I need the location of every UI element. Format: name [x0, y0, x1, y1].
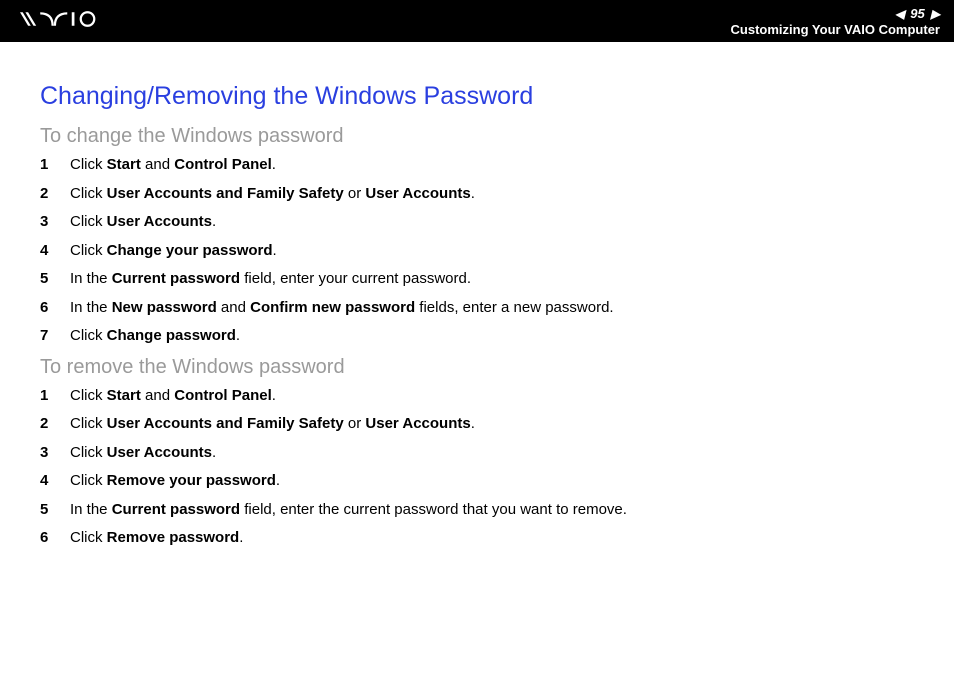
step-number: 6 — [40, 297, 70, 320]
step-text: Click User Accounts. — [70, 442, 914, 465]
page-nav: ◀ 95 ▶ — [895, 6, 940, 21]
step-number: 5 — [40, 499, 70, 522]
step-row: 4Click Remove your password. — [40, 470, 914, 493]
step-number: 4 — [40, 240, 70, 263]
bold-term: User Accounts and Family Safety — [107, 185, 344, 202]
step-text: Click Remove your password. — [70, 470, 914, 493]
page-header: ◀ 95 ▶ Customizing Your VAIO Computer — [0, 0, 954, 42]
step-text: Click User Accounts and Family Safety or… — [70, 183, 914, 206]
vaio-logo — [20, 10, 110, 32]
bold-term: Current password — [112, 501, 240, 518]
bold-term: New password — [112, 299, 217, 316]
step-row: 7Click Change password. — [40, 325, 914, 348]
step-number: 3 — [40, 211, 70, 234]
step-row: 2Click User Accounts and Family Safety o… — [40, 413, 914, 436]
step-text: In the Current password field, enter the… — [70, 499, 914, 522]
remove-heading: To remove the Windows password — [40, 356, 914, 379]
step-row: 1Click Start and Control Panel. — [40, 154, 914, 177]
bold-term: Remove password — [107, 529, 240, 546]
bold-term: User Accounts — [107, 444, 212, 461]
step-number: 2 — [40, 413, 70, 436]
step-row: 1Click Start and Control Panel. — [40, 385, 914, 408]
step-row: 6Click Remove password. — [40, 527, 914, 550]
bold-term: Start — [107, 387, 141, 404]
bold-term: Remove your password — [107, 472, 276, 489]
content-area: Changing/Removing the Windows Password T… — [0, 42, 954, 550]
bold-term: Current password — [112, 270, 240, 287]
section-label: Customizing Your VAIO Computer — [731, 23, 940, 36]
step-text: Click Remove password. — [70, 527, 914, 550]
step-row: 3Click User Accounts. — [40, 442, 914, 465]
page-number: 95 — [910, 6, 924, 21]
step-text: In the New password and Confirm new pass… — [70, 297, 914, 320]
step-text: Click Start and Control Panel. — [70, 385, 914, 408]
bold-term: Change password — [107, 327, 236, 344]
bold-term: Confirm new password — [250, 299, 415, 316]
step-number: 2 — [40, 183, 70, 206]
step-row: 3Click User Accounts. — [40, 211, 914, 234]
step-number: 1 — [40, 385, 70, 408]
step-row: 5In the Current password field, enter th… — [40, 499, 914, 522]
step-text: Click User Accounts. — [70, 211, 914, 234]
bold-term: Control Panel — [174, 387, 272, 404]
step-row: 6In the New password and Confirm new pas… — [40, 297, 914, 320]
change-heading: To change the Windows password — [40, 125, 914, 148]
bold-term: User Accounts — [365, 185, 470, 202]
header-right: ◀ 95 ▶ Customizing Your VAIO Computer — [731, 6, 940, 36]
step-row: 5In the Current password field, enter yo… — [40, 268, 914, 291]
step-row: 4Click Change your password. — [40, 240, 914, 263]
step-number: 4 — [40, 470, 70, 493]
step-text: Click Start and Control Panel. — [70, 154, 914, 177]
bold-term: Control Panel — [174, 156, 272, 173]
bold-term: User Accounts — [365, 415, 470, 432]
step-text: Click User Accounts and Family Safety or… — [70, 413, 914, 436]
step-text: Click Change your password. — [70, 240, 914, 263]
step-number: 6 — [40, 527, 70, 550]
step-text: Click Change password. — [70, 325, 914, 348]
step-number: 3 — [40, 442, 70, 465]
step-number: 1 — [40, 154, 70, 177]
prev-page-icon[interactable]: ◀ — [895, 7, 904, 21]
page-title: Changing/Removing the Windows Password — [40, 82, 914, 111]
bold-term: User Accounts and Family Safety — [107, 415, 344, 432]
remove-steps: 1Click Start and Control Panel.2Click Us… — [40, 385, 914, 550]
bold-term: User Accounts — [107, 213, 212, 230]
step-number: 5 — [40, 268, 70, 291]
bold-term: Start — [107, 156, 141, 173]
bold-term: Change your password — [107, 242, 273, 259]
step-text: In the Current password field, enter you… — [70, 268, 914, 291]
change-steps: 1Click Start and Control Panel.2Click Us… — [40, 154, 914, 348]
step-row: 2Click User Accounts and Family Safety o… — [40, 183, 914, 206]
next-page-icon[interactable]: ▶ — [931, 7, 940, 21]
step-number: 7 — [40, 325, 70, 348]
